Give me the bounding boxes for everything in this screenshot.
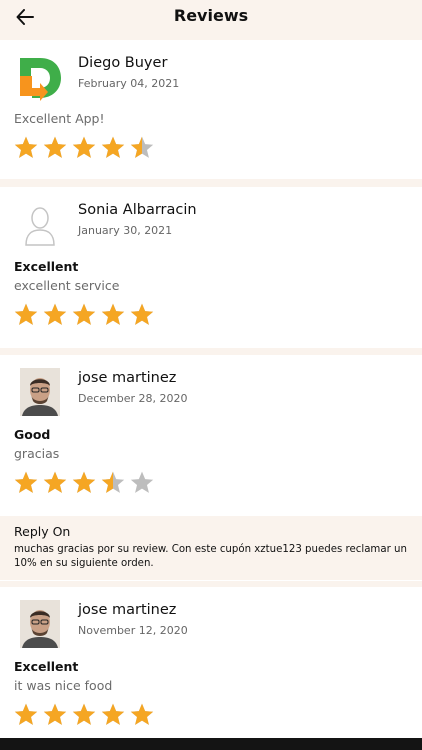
review-text: excellent service — [14, 278, 120, 293]
review-card: Sonia Albarracin January 30, 2021 Excell… — [0, 187, 422, 348]
reviewer-name: jose martinez — [78, 602, 177, 618]
bottom-bar — [0, 738, 422, 750]
review-date: December 28, 2020 — [78, 392, 188, 405]
star-full-icon — [101, 303, 125, 325]
star-empty-icon — [130, 471, 154, 493]
review-text: it was nice food — [14, 678, 113, 693]
user-photo — [18, 600, 62, 648]
star-rating — [13, 470, 155, 496]
star-full-icon — [43, 703, 67, 725]
star-full-icon — [43, 136, 67, 158]
star-full-icon — [14, 703, 38, 725]
reply-title: Reply On — [14, 524, 71, 539]
reviewer-name: jose martinez — [78, 370, 177, 386]
star-half-icon — [130, 136, 154, 158]
star-rating — [13, 302, 155, 328]
app-header: Reviews — [0, 0, 422, 40]
star-full-icon — [72, 136, 96, 158]
star-full-icon — [101, 703, 125, 725]
review-card: Diego Buyer February 04, 2021 Excellent … — [0, 40, 422, 179]
star-full-icon — [130, 703, 154, 725]
star-rating — [13, 702, 155, 728]
star-full-icon — [43, 303, 67, 325]
reply-text: muchas gracias por su review. Con este c… — [14, 544, 407, 569]
star-full-icon — [72, 303, 96, 325]
star-full-icon — [72, 703, 96, 725]
reviewer-name: Sonia Albarracin — [78, 202, 197, 218]
star-full-icon — [72, 471, 96, 493]
review-date: February 04, 2021 — [78, 77, 180, 90]
app-logo — [18, 54, 62, 102]
review-date: November 12, 2020 — [78, 624, 188, 637]
star-full-icon — [14, 303, 38, 325]
owner-reply: Reply On muchas gracias por su review. C… — [0, 516, 422, 580]
star-full-icon — [43, 471, 67, 493]
star-full-icon — [101, 136, 125, 158]
star-full-icon — [130, 303, 154, 325]
user-photo — [18, 368, 62, 416]
star-rating — [13, 135, 155, 161]
review-title: Excellent — [14, 259, 79, 274]
reviewer-name: Diego Buyer — [78, 55, 168, 71]
page-title: Reviews — [173, 6, 249, 25]
placeholder-user-icon — [18, 201, 62, 249]
review-title: Good — [14, 427, 51, 442]
review-text: gracias — [14, 446, 60, 461]
star-full-icon — [14, 471, 38, 493]
review-date: January 30, 2021 — [78, 224, 173, 237]
review-card: jose martinez November 12, 2020 Excellen… — [0, 587, 422, 738]
review-text: Excellent App! — [14, 111, 105, 126]
star-full-icon — [14, 136, 38, 158]
review-title: Excellent — [14, 659, 79, 674]
star-half-icon — [101, 471, 125, 493]
